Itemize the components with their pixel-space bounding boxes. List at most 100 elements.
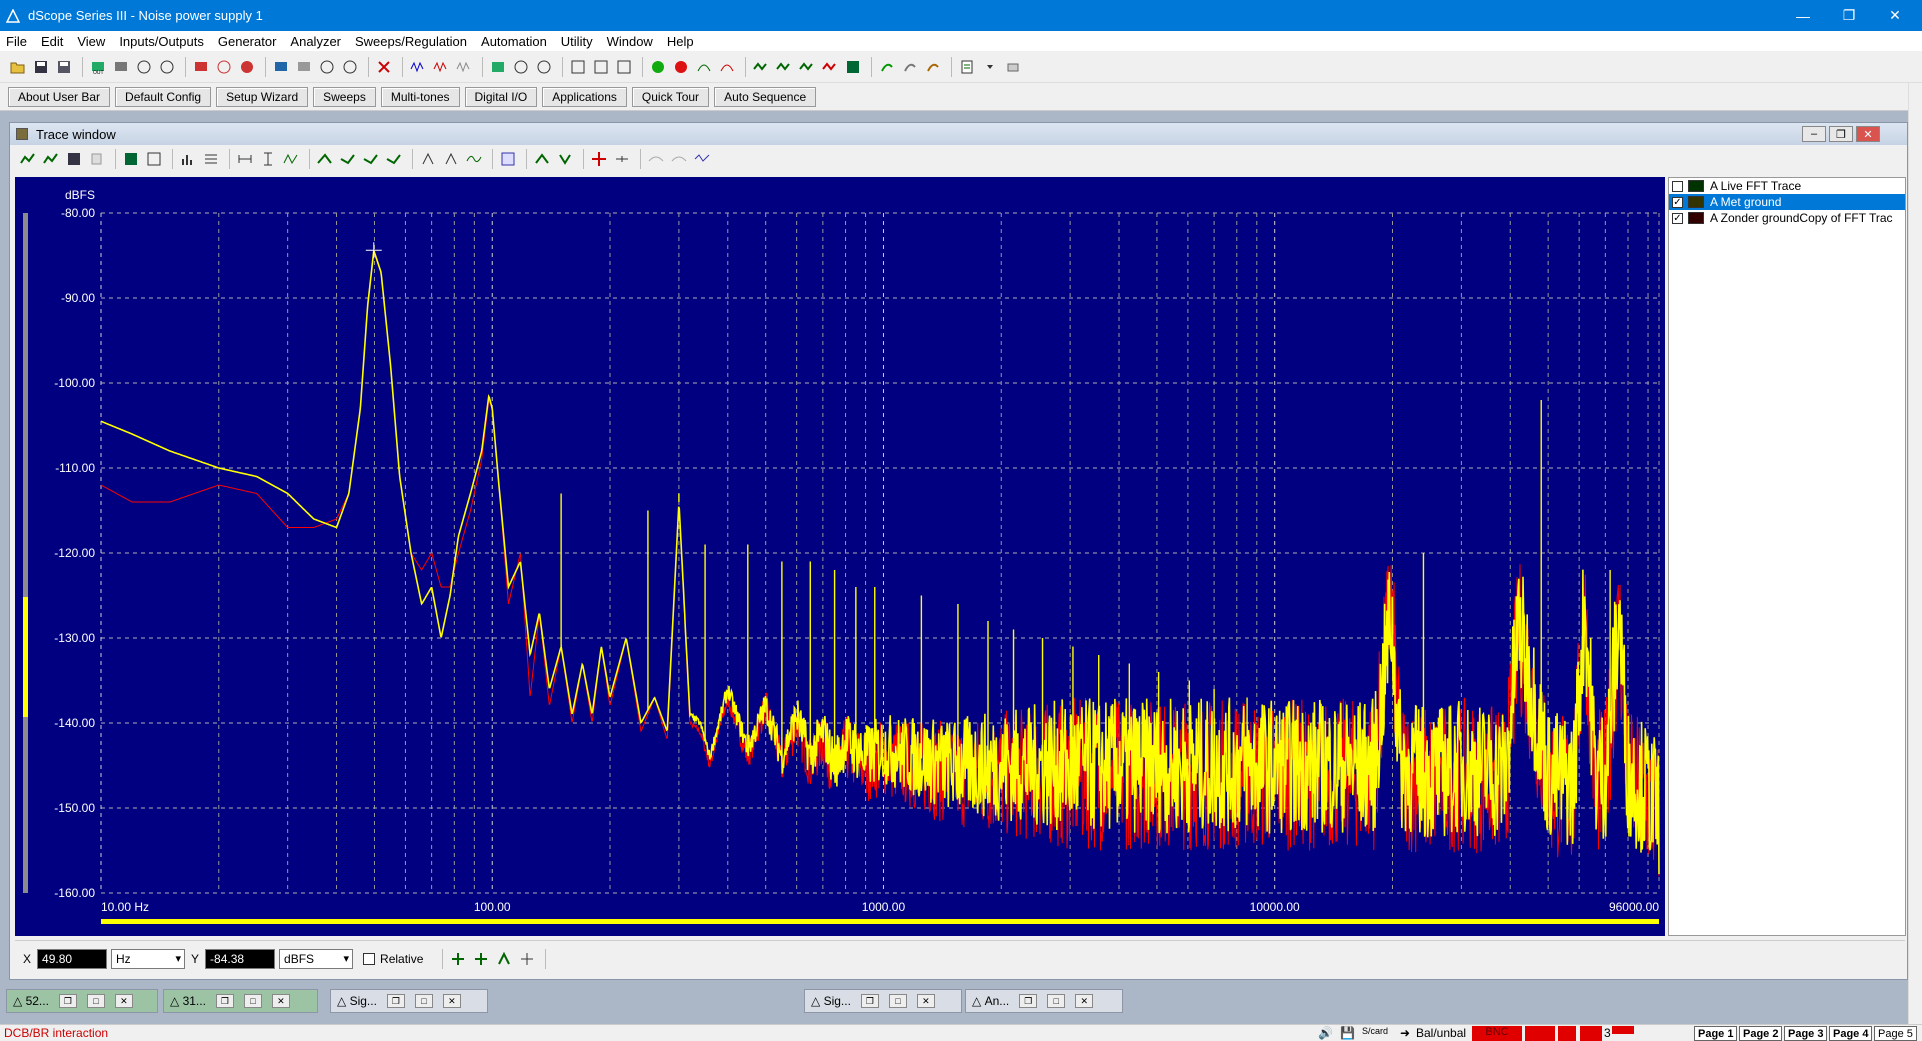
- report-icon[interactable]: [957, 57, 977, 77]
- vertical-scrollbar[interactable]: [1908, 83, 1922, 1024]
- minimized-window-2[interactable]: △ 31... ❐ □ ✕: [163, 989, 318, 1013]
- legend-item-met-ground[interactable]: ✓ A Met ground: [1669, 194, 1905, 210]
- menu-sweeps-regulation[interactable]: Sweeps/Regulation: [355, 34, 467, 49]
- analyzer-icon[interactable]: [488, 57, 508, 77]
- restore-button[interactable]: ❐: [1826, 0, 1872, 31]
- dropdown-arrow-icon[interactable]: [980, 57, 1000, 77]
- page-3-tab[interactable]: Page 3: [1784, 1026, 1828, 1041]
- trace-b-icon[interactable]: [774, 57, 794, 77]
- legend-item-zonder-ground[interactable]: ✓ A Zonder groundCopy of FFT Trac: [1669, 210, 1905, 226]
- about-user-bar-button[interactable]: About User Bar: [8, 86, 111, 107]
- overlay-icon[interactable]: [454, 57, 474, 77]
- relative-checkbox[interactable]: [363, 952, 376, 965]
- disk-icon[interactable]: 💾: [1340, 1026, 1355, 1040]
- marker-delete-icon[interactable]: [555, 149, 575, 169]
- open-file-icon[interactable]: [8, 57, 28, 77]
- input-d-icon[interactable]: [340, 57, 360, 77]
- trace-d-icon[interactable]: [820, 57, 840, 77]
- trace-c-icon[interactable]: [797, 57, 817, 77]
- page-4-tab[interactable]: Page 4: [1829, 1026, 1873, 1041]
- overlay-c-icon[interactable]: [692, 149, 712, 169]
- script-a-icon[interactable]: [877, 57, 897, 77]
- run-green-icon[interactable]: [648, 57, 668, 77]
- output-b-icon[interactable]: [111, 57, 131, 77]
- trace-zoom-in-icon[interactable]: [18, 149, 38, 169]
- save-icon[interactable]: [31, 57, 51, 77]
- input-a-icon[interactable]: [271, 57, 291, 77]
- cursor-c-icon[interactable]: [361, 149, 381, 169]
- zoom-x-icon[interactable]: [235, 149, 255, 169]
- minimized-window-5[interactable]: △ An... ❐ □ ✕: [965, 989, 1123, 1013]
- maximize-icon[interactable]: □: [1047, 994, 1066, 1008]
- page-5-tab[interactable]: Page 5: [1874, 1026, 1917, 1041]
- meter-b-icon[interactable]: [591, 57, 611, 77]
- maximize-icon[interactable]: □: [86, 994, 105, 1008]
- cursor-move-icon[interactable]: [612, 149, 632, 169]
- setup-wizard-button[interactable]: Setup Wizard: [216, 86, 309, 107]
- table-icon[interactable]: [201, 149, 221, 169]
- speaker-icon[interactable]: 🔊: [1318, 1026, 1333, 1040]
- peak-find-icon[interactable]: [418, 149, 438, 169]
- trace-restore-button[interactable]: ❐: [1829, 126, 1853, 142]
- digital-io-button[interactable]: Digital I/O: [464, 86, 538, 107]
- default-config-button[interactable]: Default Config: [115, 86, 212, 107]
- peak-next-icon[interactable]: [441, 149, 461, 169]
- menu-help[interactable]: Help: [667, 34, 694, 49]
- analyzer-c-icon[interactable]: [534, 57, 554, 77]
- fft-plot-area[interactable]: -80.00 -90.00 -100.00 -110.00 -120.00 -130.00…: [15, 177, 1665, 936]
- restore-icon[interactable]: ❐: [58, 994, 77, 1008]
- trace-save-icon[interactable]: [64, 149, 84, 169]
- analyzer-b-icon[interactable]: [511, 57, 531, 77]
- menu-view[interactable]: View: [77, 34, 105, 49]
- quick-tour-button[interactable]: Quick Tour: [631, 86, 710, 107]
- generator-a-icon[interactable]: [191, 57, 211, 77]
- restore-icon[interactable]: ❐: [386, 994, 405, 1008]
- minimize-button[interactable]: —: [1780, 0, 1826, 31]
- record-red-icon[interactable]: [671, 57, 691, 77]
- generator-c-icon[interactable]: [237, 57, 257, 77]
- x-unit-select[interactable]: Hz: [111, 948, 186, 969]
- cursor-track-icon[interactable]: [494, 949, 514, 969]
- bar-chart-icon[interactable]: [178, 149, 198, 169]
- envelope-icon[interactable]: [281, 149, 301, 169]
- page-1-tab[interactable]: Page 1: [1694, 1026, 1738, 1041]
- trace-a-icon[interactable]: [751, 57, 771, 77]
- meter-a-icon[interactable]: [568, 57, 588, 77]
- zoom-y-icon[interactable]: [258, 149, 278, 169]
- sweep-icon[interactable]: [694, 57, 714, 77]
- trace-close-button[interactable]: ✕: [1856, 126, 1880, 142]
- maximize-icon[interactable]: □: [888, 994, 907, 1008]
- menu-analyzer[interactable]: Analyzer: [290, 34, 341, 49]
- close-icon[interactable]: ✕: [1075, 994, 1094, 1008]
- restore-icon[interactable]: ❐: [860, 994, 879, 1008]
- minimized-window-3[interactable]: △ Sig... ❐ □ ✕: [330, 989, 488, 1013]
- scope-icon[interactable]: [408, 57, 428, 77]
- cursor-d-icon[interactable]: [384, 149, 404, 169]
- autoscale-icon[interactable]: [121, 149, 141, 169]
- input-c-icon[interactable]: [317, 57, 337, 77]
- menu-generator[interactable]: Generator: [218, 34, 277, 49]
- cursor-cross-icon[interactable]: [589, 149, 609, 169]
- legend-item-live-fft[interactable]: A Live FFT Trace: [1669, 178, 1905, 194]
- marker-add-icon[interactable]: [532, 149, 552, 169]
- legend-checkbox[interactable]: [1672, 180, 1683, 192]
- cursor-peak-icon[interactable]: [471, 949, 491, 969]
- save-all-icon[interactable]: [54, 57, 74, 77]
- y-unit-select[interactable]: dBFS: [279, 948, 354, 969]
- cursor-a-icon[interactable]: [315, 149, 335, 169]
- page-2-tab[interactable]: Page 2: [1739, 1026, 1783, 1041]
- script-c-icon[interactable]: [923, 57, 943, 77]
- sweep-b-icon[interactable]: [717, 57, 737, 77]
- close-button[interactable]: ✕: [1872, 0, 1918, 31]
- overlay-b-icon[interactable]: [669, 149, 689, 169]
- applications-button[interactable]: Applications: [542, 86, 627, 107]
- grid-icon[interactable]: [144, 149, 164, 169]
- sweeps-button[interactable]: Sweeps: [313, 86, 376, 107]
- maximize-icon[interactable]: □: [414, 994, 433, 1008]
- fft-chart[interactable]: -80.00 -90.00 -100.00 -110.00 -120.00 -130.00…: [15, 177, 1665, 936]
- output-d-icon[interactable]: [157, 57, 177, 77]
- cursor-y-field[interactable]: -84.38: [205, 948, 276, 969]
- input-b-icon[interactable]: [294, 57, 314, 77]
- close-icon[interactable]: ✕: [442, 994, 461, 1008]
- cursor-b-icon[interactable]: [338, 149, 358, 169]
